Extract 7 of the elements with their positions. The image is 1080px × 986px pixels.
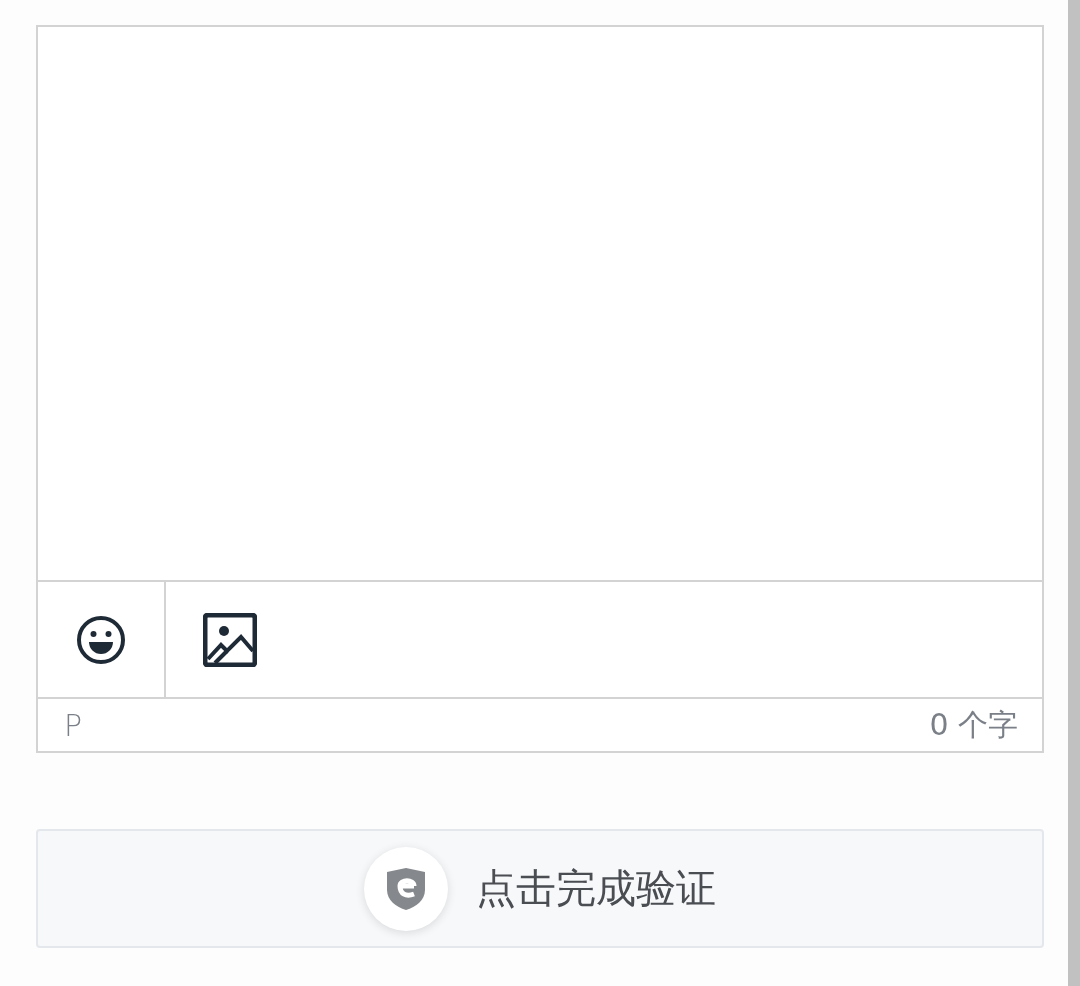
word-count: 0 个字	[929, 705, 1018, 744]
scrollbar[interactable]	[1068, 0, 1080, 986]
shield-icon	[384, 865, 428, 912]
verify-button[interactable]: 点击完成验证	[36, 829, 1044, 948]
element-path: P	[64, 707, 83, 743]
smiley-icon	[76, 614, 126, 665]
image-icon	[203, 612, 257, 667]
